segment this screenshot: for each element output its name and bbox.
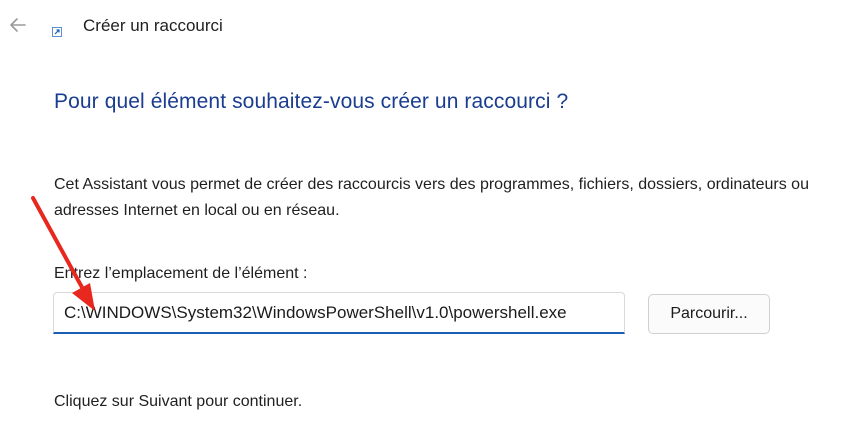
back-button[interactable] (6, 13, 30, 37)
create-shortcut-dialog: Créer un raccourci Pour quel élément sou… (0, 0, 866, 430)
browse-button[interactable]: Parcourir... (648, 294, 770, 334)
back-arrow-icon (10, 18, 26, 32)
page-heading: Pour quel élément souhaitez-vous créer u… (54, 90, 569, 113)
continue-hint: Cliquez sur Suivant pour continuer. (54, 393, 303, 410)
shortcut-icon (52, 27, 62, 37)
description-text: Cet Assistant vous permet de créer des r… (54, 176, 809, 219)
location-input[interactable] (53, 292, 625, 334)
location-label: Entrez l’emplacement de l’élément : (54, 265, 308, 282)
window-title: Créer un raccourci (83, 16, 223, 35)
